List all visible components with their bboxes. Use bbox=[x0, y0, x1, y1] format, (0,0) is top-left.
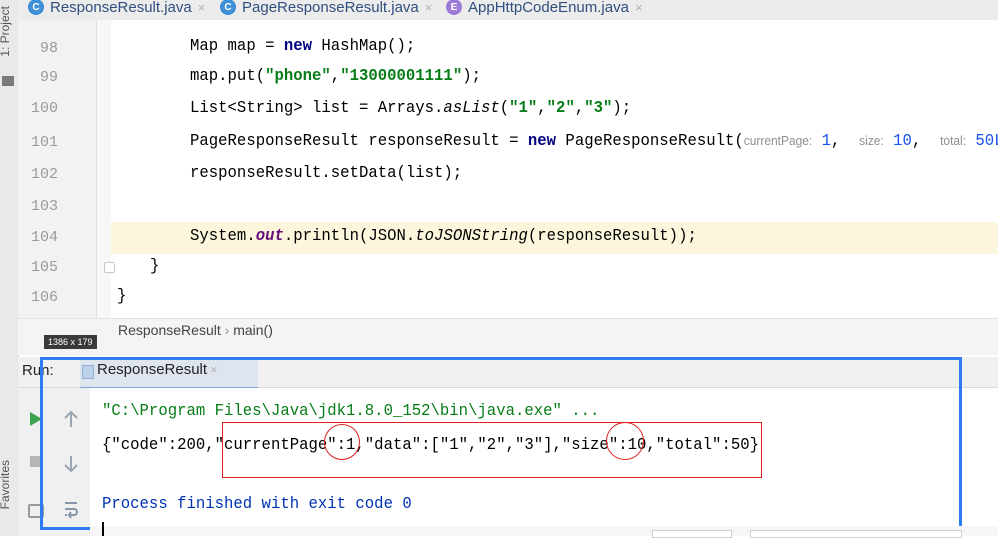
code-token: ); bbox=[612, 99, 632, 118]
code-token: (responseResult)); bbox=[527, 227, 697, 246]
line-number: 101 bbox=[30, 134, 58, 151]
string-token: "13000001111" bbox=[340, 67, 463, 86]
folder-icon[interactable] bbox=[2, 76, 14, 86]
text-cursor bbox=[102, 522, 104, 536]
code-line-101[interactable]: PageResponseResult responseResult = new … bbox=[190, 132, 998, 151]
line-number: 104 bbox=[30, 229, 58, 246]
tab-label: AppHttpCodeEnum.java bbox=[468, 0, 629, 16]
code-token: ( bbox=[499, 99, 510, 118]
fold-strip bbox=[97, 20, 111, 318]
code-editor[interactable] bbox=[18, 20, 998, 318]
close-icon[interactable]: × bbox=[198, 0, 206, 15]
line-number: 98 bbox=[39, 40, 58, 57]
string-token: "phone" bbox=[265, 67, 331, 86]
line-number: 106 bbox=[30, 289, 58, 306]
keyword-token: new bbox=[283, 37, 313, 56]
class-icon: C bbox=[220, 0, 236, 15]
close-icon[interactable]: × bbox=[635, 0, 643, 15]
code-token: Map bbox=[190, 37, 219, 56]
close-icon[interactable]: × bbox=[425, 0, 433, 15]
tab-apphttpcodeenum[interactable]: E AppHttpCodeEnum.java × bbox=[446, 0, 643, 20]
line-number: 105 bbox=[30, 259, 58, 276]
code-token: List<String> list = Arrays. bbox=[190, 99, 444, 118]
number-token: 1 bbox=[821, 132, 832, 151]
parameter-hint: size: bbox=[859, 133, 884, 148]
code-token: } bbox=[117, 287, 127, 306]
enum-icon: E bbox=[446, 0, 462, 15]
field-token: out bbox=[255, 227, 284, 246]
tab-label: ResponseResult.java bbox=[50, 0, 192, 16]
line-number: 100 bbox=[30, 100, 58, 117]
annotation-circle bbox=[606, 422, 644, 460]
code-line-100[interactable]: List<String> list = Arrays.asList("1","2… bbox=[190, 99, 631, 118]
code-token: , bbox=[537, 99, 547, 118]
code-token: PageResponseResult( bbox=[556, 132, 744, 151]
code-token: , bbox=[574, 99, 585, 118]
code-token: .println(JSON. bbox=[283, 227, 416, 246]
dimension-badge: 1386 x 179 bbox=[44, 335, 97, 349]
code-line-104[interactable]: System.out.println(JSON.toJSONString(res… bbox=[190, 227, 697, 246]
class-icon: C bbox=[28, 0, 44, 15]
string-token: "2" bbox=[546, 99, 575, 118]
code-token: toJSONString bbox=[415, 227, 528, 246]
code-token: , bbox=[831, 132, 860, 151]
favorites-tool-label[interactable]: Favorites bbox=[0, 460, 12, 509]
parameter-hint: currentPage: bbox=[743, 133, 813, 148]
number-token: 50L bbox=[975, 132, 998, 151]
tab-label: PageResponseResult.java bbox=[242, 0, 419, 16]
string-token: "3" bbox=[584, 99, 613, 118]
breadcrumb-separator: › bbox=[224, 322, 230, 338]
code-line-98[interactable]: Map map = new HashMap(); bbox=[190, 37, 415, 56]
code-token: System. bbox=[190, 227, 256, 246]
tab-pageresponseresult[interactable]: C PageResponseResult.java × bbox=[220, 0, 432, 20]
code-token: (); bbox=[387, 37, 416, 56]
code-token: , bbox=[911, 132, 941, 151]
code-token: HashMap bbox=[312, 37, 388, 56]
code-token: PageResponseResult responseResult = bbox=[190, 132, 528, 151]
status-box bbox=[750, 530, 962, 538]
number-token: 10 bbox=[893, 132, 912, 151]
annotation-rectangle bbox=[222, 422, 762, 478]
code-token: , bbox=[330, 67, 341, 86]
annotation-circle bbox=[324, 424, 360, 460]
left-tool-strip: 1: Project Favorites bbox=[0, 0, 19, 536]
code-line-99[interactable]: map.put("phone","13000001111"); bbox=[190, 67, 481, 86]
parameter-hint: total: bbox=[940, 133, 967, 148]
tab-responseresult[interactable]: C ResponseResult.java × bbox=[28, 0, 205, 20]
code-token: ); bbox=[443, 164, 463, 183]
string-token: "1" bbox=[509, 99, 538, 118]
project-tool-label[interactable]: 1: Project bbox=[0, 6, 12, 57]
keyword-token: new bbox=[527, 132, 557, 151]
code-token: asList bbox=[443, 99, 500, 118]
status-box bbox=[652, 530, 732, 538]
breadcrumb-class[interactable]: ResponseResult bbox=[118, 322, 221, 338]
line-number: 99 bbox=[39, 69, 58, 86]
code-token: responseResult.setData( bbox=[190, 164, 406, 183]
breadcrumb: ResponseResult › main() bbox=[118, 322, 273, 338]
code-token: ); bbox=[462, 67, 481, 86]
line-number: 103 bbox=[30, 198, 58, 215]
code-line-106[interactable]: } bbox=[117, 287, 126, 306]
code-token: map.put( bbox=[190, 67, 266, 86]
code-line-102[interactable]: responseResult.setData(list); bbox=[190, 164, 462, 183]
code-token: } bbox=[150, 257, 160, 276]
code-token: map = bbox=[218, 37, 284, 56]
code-token: list bbox=[405, 164, 444, 183]
line-number: 102 bbox=[30, 166, 58, 183]
code-line-105[interactable]: } bbox=[150, 257, 159, 276]
fold-icon[interactable] bbox=[104, 262, 115, 273]
breadcrumb-method[interactable]: main() bbox=[233, 322, 273, 338]
